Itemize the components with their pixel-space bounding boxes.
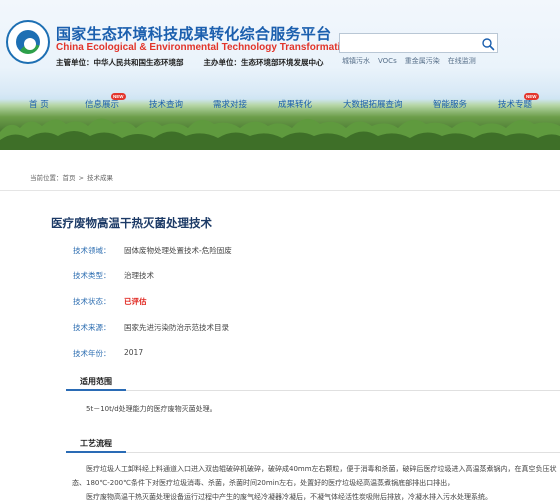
site-header: 国家生态环境科技成果转化综合服务平台 China Ecological & En… [0,0,560,150]
site-title-en: China Ecological & Environmental Technol… [56,42,353,53]
nav-item-label: 成果转化 [278,100,313,110]
process-paragraph: 医疗废物高温干热灭菌处理设备运行过程中产生的废气经冷凝器冷凝后，不凝气体经活性炭… [86,493,492,501]
search-input[interactable] [342,36,478,52]
header-forest-banner [0,118,560,150]
sponsor-name: 中华人民共和国生态环境部 [93,58,184,67]
nav-item-label: 智能服务 [433,100,468,110]
process-paragraph: 医疗垃圾人工卸料经上料通道入口进入双齿辊破碎机破碎，破碎成40mm左右颗粒，便于… [72,465,557,487]
organizer-name: 生态环境部环境发展中心 [241,58,324,67]
meta-value: 2017 [124,348,144,357]
meta-label: 技术类型： [73,271,111,280]
site-logo[interactable] [6,20,50,64]
nav-item-transform[interactable]: 成果转化 [278,98,312,110]
sponsor-label: 主管单位： [56,58,94,67]
nav-item-topics[interactable]: 技术专题 NEW [498,93,539,110]
breadcrumb-link-home[interactable]: 首页 [63,174,76,182]
nav-item-label: 首 页 [29,100,49,110]
section-heading-process: 工艺流程 [66,438,560,453]
meta-label: 技术来源： [73,323,111,332]
nav-item-smart-service[interactable]: 智能服务 [433,98,467,110]
new-badge: NEW [111,93,126,100]
nav-item-label: 信息展示 [85,100,120,110]
nav-item-label: 技术专题 [498,100,533,110]
nav-item-label: 需求对接 [213,100,248,110]
breadcrumb-link-results[interactable]: 技术成果 [87,174,113,182]
sponsor-info: 主管单位：中华人民共和国生态环境部 主办单位：生态环境部环境发展中心 [56,57,324,68]
new-badge: NEW [524,93,539,100]
divider [0,190,560,191]
site-title-cn: 国家生态环境科技成果转化综合服务平台 [56,25,332,43]
hotword-link[interactable]: VOCs [378,57,397,65]
nav-item-info[interactable]: 信息展示 NEW [85,93,126,110]
section-title: 工艺流程 [80,439,112,448]
meta-label: 技术领域： [73,246,111,255]
section-title: 适用范围 [80,377,112,386]
hotword-link[interactable]: 重金属污染 [405,57,440,65]
hot-search-words: 城镇污水 VOCs 重金属污染 在线监测 [342,56,484,66]
nav-item-tech-query[interactable]: 技术查询 [149,98,183,110]
breadcrumb: 当前位置：首页 > 技术成果 [30,174,113,182]
nav-item-label: 技术查询 [149,100,184,110]
meta-label: 技术状态： [73,297,111,306]
nav-item-demand[interactable]: 需求对接 [213,98,247,110]
search-icon[interactable] [481,37,495,51]
section-underline [66,451,126,453]
status-value: 已评估 [124,297,147,306]
nav-item-label: 大数据拓展查询 [343,100,403,110]
section-heading-scope: 适用范围 [66,376,560,391]
hotword-link[interactable]: 在线监测 [448,57,476,65]
scope-text: 5t－10t/d处理能力的医疗废物灭菌处理。 [86,405,217,413]
breadcrumb-prefix: 当前位置： [30,174,63,182]
meta-value: 国家先进污染防治示范技术目录 [124,323,229,332]
organizer-label: 主办单位： [203,58,242,67]
nav-item-home[interactable]: 首 页 [29,98,49,110]
page-title: 医疗废物高温干热灭菌处理技术 [51,216,212,230]
search-box [339,33,498,53]
nav-item-bigdata[interactable]: 大数据拓展查询 [343,98,403,110]
meta-value: 固体废物处理处置技术-危险固废 [124,246,232,255]
section-underline [66,389,126,391]
hotword-link[interactable]: 城镇污水 [342,57,370,65]
meta-label: 技术年份： [73,349,111,358]
meta-value: 治理技术 [124,271,154,280]
